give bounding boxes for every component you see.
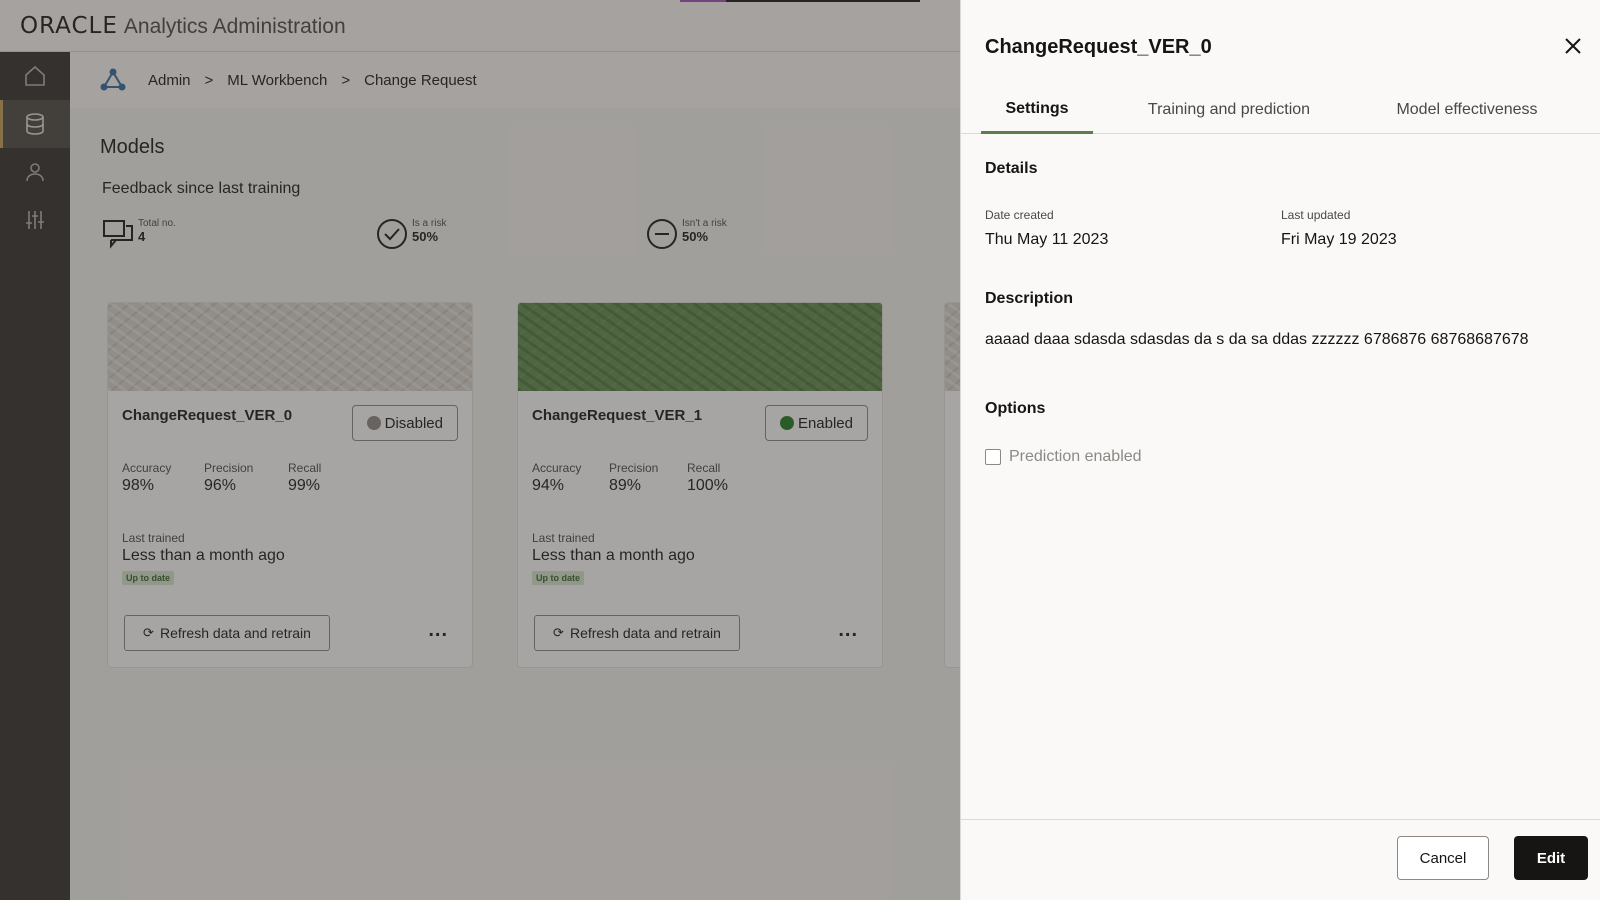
prediction-enabled-checkbox[interactable]	[985, 449, 1001, 465]
description-text: aaaad daaa sdasda sdasdas da s da sa dda…	[985, 331, 1529, 348]
prediction-enabled-option[interactable]: Prediction enabled	[985, 448, 1142, 466]
last-updated-label: Last updated	[1281, 208, 1351, 222]
date-created-label: Date created	[985, 208, 1054, 222]
close-icon[interactable]	[1561, 34, 1585, 58]
model-details-drawer: ChangeRequest_VER_0 Settings Training an…	[960, 0, 1600, 900]
description-heading: Description	[985, 290, 1074, 307]
drawer-footer: Cancel Edit	[961, 819, 1600, 900]
last-updated-value: Fri May 19 2023	[1281, 231, 1397, 248]
tab-settings[interactable]: Settings	[981, 86, 1093, 134]
details-heading: Details	[985, 160, 1038, 177]
drawer-tabs: Settings Training and prediction Model e…	[961, 86, 1600, 134]
tab-training-prediction[interactable]: Training and prediction	[1137, 86, 1321, 134]
prediction-enabled-label: Prediction enabled	[1009, 448, 1142, 465]
cancel-button[interactable]: Cancel	[1397, 836, 1489, 880]
drawer-title: ChangeRequest_VER_0	[985, 36, 1212, 58]
options-heading: Options	[985, 400, 1046, 417]
edit-button[interactable]: Edit	[1514, 836, 1588, 880]
date-created-value: Thu May 11 2023	[985, 231, 1109, 248]
tab-model-effectiveness[interactable]: Model effectiveness	[1381, 86, 1553, 134]
modal-overlay[interactable]	[0, 0, 960, 900]
